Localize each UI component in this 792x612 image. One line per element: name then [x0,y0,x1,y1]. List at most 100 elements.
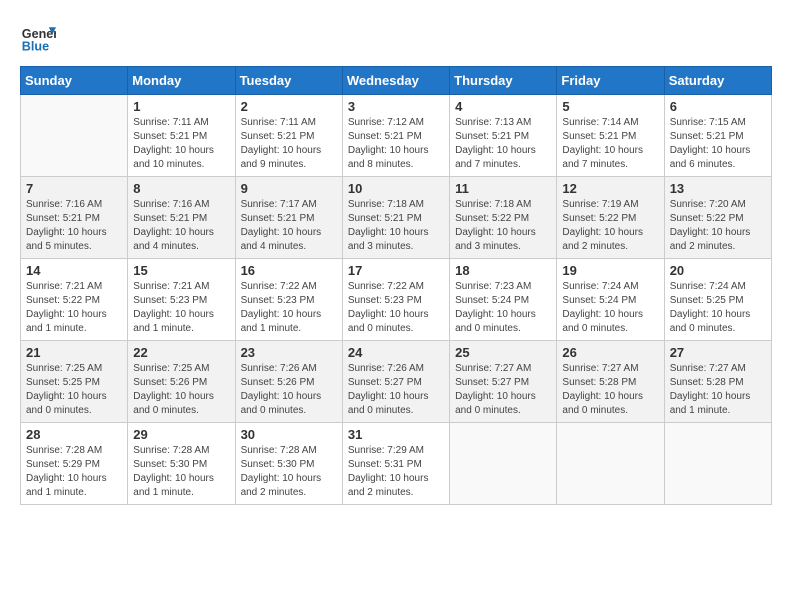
calendar-cell: 31 Sunrise: 7:29 AM Sunset: 5:31 PM Dayli… [342,423,449,505]
day-info: Sunrise: 7:21 AM Sunset: 5:23 PM Dayligh… [133,280,229,336]
calendar-cell: 23Sunrise: 7:26 AM Sunset: 5:26 PM Dayli… [235,341,342,423]
day-info: Sunrise: 7:15 AM Sunset: 5:21 PM Dayligh… [670,116,766,172]
day-info: Sunrise: 7:29 AM Sunset: 5:31 PM Dayligh… [348,444,444,500]
day-number: 9 [241,181,337,196]
day-info: Sunrise: 7:16 AM Sunset: 5:21 PM Dayligh… [26,198,122,254]
day-info: Sunrise: 7:11 AM Sunset: 5:21 PM Dayligh… [133,116,229,172]
day-number: 30 [241,427,337,442]
calendar-cell: 9 Sunrise: 7:17 AM Sunset: 5:21 PM Daylig… [235,177,342,259]
day-info: Sunrise: 7:23 AM Sunset: 5:24 PM Dayligh… [455,280,551,336]
day-info: Sunrise: 7:20 AM Sunset: 5:22 PM Dayligh… [670,198,766,254]
calendar-cell: 28Sunrise: 7:28 AM Sunset: 5:29 PM Dayli… [21,423,128,505]
calendar-cell: 6 Sunrise: 7:15 AM Sunset: 5:21 PM Daylig… [664,95,771,177]
calendar-cell: 3 Sunrise: 7:12 AM Sunset: 5:21 PM Daylig… [342,95,449,177]
day-number: 14 [26,263,122,278]
day-number: 3 [348,99,444,114]
day-info: Sunrise: 7:19 AM Sunset: 5:22 PM Dayligh… [562,198,658,254]
calendar-cell: 20 Sunrise: 7:24 AM Sunset: 5:25 PM Dayli… [664,259,771,341]
calendar-week-row: 28Sunrise: 7:28 AM Sunset: 5:29 PM Dayli… [21,423,772,505]
day-number: 1 [133,99,229,114]
day-number: 2 [241,99,337,114]
day-number: 25 [455,345,551,360]
calendar-week-row: 14 Sunrise: 7:21 AM Sunset: 5:22 PM Dayli… [21,259,772,341]
calendar-cell: 24 Sunrise: 7:26 AM Sunset: 5:27 PM Dayli… [342,341,449,423]
calendar-week-row: 21 Sunrise: 7:25 AM Sunset: 5:25 PM Dayli… [21,341,772,423]
svg-text:Blue: Blue [22,40,49,54]
calendar-cell: 17Sunrise: 7:22 AM Sunset: 5:23 PM Dayli… [342,259,449,341]
calendar-cell: 30 Sunrise: 7:28 AM Sunset: 5:30 PM Dayli… [235,423,342,505]
day-info: Sunrise: 7:16 AM Sunset: 5:21 PM Dayligh… [133,198,229,254]
day-number: 29 [133,427,229,442]
calendar-table: SundayMondayTuesdayWednesdayThursdayFrid… [20,66,772,505]
day-number: 16 [241,263,337,278]
day-info: Sunrise: 7:14 AM Sunset: 5:21 PM Dayligh… [562,116,658,172]
day-info: Sunrise: 7:24 AM Sunset: 5:25 PM Dayligh… [670,280,766,336]
day-of-week-header: Friday [557,67,664,95]
day-of-week-header: Thursday [450,67,557,95]
day-of-week-header: Tuesday [235,67,342,95]
day-info: Sunrise: 7:17 AM Sunset: 5:21 PM Dayligh… [241,198,337,254]
calendar-cell: 27 Sunrise: 7:27 AM Sunset: 5:28 PM Dayli… [664,341,771,423]
calendar-cell: 7 Sunrise: 7:16 AM Sunset: 5:21 PM Daylig… [21,177,128,259]
calendar-cell: 21 Sunrise: 7:25 AM Sunset: 5:25 PM Dayli… [21,341,128,423]
calendar-cell: 26 Sunrise: 7:27 AM Sunset: 5:28 PM Dayli… [557,341,664,423]
day-info: Sunrise: 7:28 AM Sunset: 5:30 PM Dayligh… [133,444,229,500]
calendar-cell: 22 Sunrise: 7:25 AM Sunset: 5:26 PM Dayli… [128,341,235,423]
day-number: 26 [562,345,658,360]
day-info: Sunrise: 7:21 AM Sunset: 5:22 PM Dayligh… [26,280,122,336]
day-number: 13 [670,181,766,196]
day-number: 5 [562,99,658,114]
day-number: 8 [133,181,229,196]
calendar-cell: 1 Sunrise: 7:11 AM Sunset: 5:21 PM Daylig… [128,95,235,177]
day-info: Sunrise: 7:27 AM Sunset: 5:28 PM Dayligh… [670,362,766,418]
day-info: Sunrise: 7:22 AM Sunset: 5:23 PM Dayligh… [241,280,337,336]
day-number: 15 [133,263,229,278]
calendar-header-row: SundayMondayTuesdayWednesdayThursdayFrid… [21,67,772,95]
day-number: 23 [241,345,337,360]
day-number: 6 [670,99,766,114]
day-info: Sunrise: 7:27 AM Sunset: 5:27 PM Dayligh… [455,362,551,418]
day-number: 4 [455,99,551,114]
day-info: Sunrise: 7:28 AM Sunset: 5:29 PM Dayligh… [26,444,122,500]
calendar-cell: 10Sunrise: 7:18 AM Sunset: 5:21 PM Dayli… [342,177,449,259]
calendar-cell: 12 Sunrise: 7:19 AM Sunset: 5:22 PM Dayli… [557,177,664,259]
day-number: 19 [562,263,658,278]
day-number: 21 [26,345,122,360]
calendar-cell: 29 Sunrise: 7:28 AM Sunset: 5:30 PM Dayli… [128,423,235,505]
day-of-week-header: Sunday [21,67,128,95]
day-number: 20 [670,263,766,278]
calendar-cell: 14 Sunrise: 7:21 AM Sunset: 5:22 PM Dayli… [21,259,128,341]
day-info: Sunrise: 7:12 AM Sunset: 5:21 PM Dayligh… [348,116,444,172]
day-number: 31 [348,427,444,442]
logo: General Blue [20,20,62,56]
day-info: Sunrise: 7:25 AM Sunset: 5:26 PM Dayligh… [133,362,229,418]
calendar-cell: 19 Sunrise: 7:24 AM Sunset: 5:24 PM Dayli… [557,259,664,341]
calendar-week-row: 1 Sunrise: 7:11 AM Sunset: 5:21 PM Daylig… [21,95,772,177]
calendar-cell: 25 Sunrise: 7:27 AM Sunset: 5:27 PM Dayli… [450,341,557,423]
calendar-cell: 18 Sunrise: 7:23 AM Sunset: 5:24 PM Dayli… [450,259,557,341]
calendar-week-row: 7 Sunrise: 7:16 AM Sunset: 5:21 PM Daylig… [21,177,772,259]
day-info: Sunrise: 7:18 AM Sunset: 5:21 PM Dayligh… [348,198,444,254]
day-info: Sunrise: 7:25 AM Sunset: 5:25 PM Dayligh… [26,362,122,418]
day-info: Sunrise: 7:24 AM Sunset: 5:24 PM Dayligh… [562,280,658,336]
page-header: General Blue [20,20,772,56]
day-number: 7 [26,181,122,196]
day-number: 17 [348,263,444,278]
day-number: 27 [670,345,766,360]
day-of-week-header: Monday [128,67,235,95]
day-number: 24 [348,345,444,360]
calendar-cell: 4 Sunrise: 7:13 AM Sunset: 5:21 PM Daylig… [450,95,557,177]
day-number: 18 [455,263,551,278]
day-info: Sunrise: 7:26 AM Sunset: 5:27 PM Dayligh… [348,362,444,418]
calendar-cell: 15 Sunrise: 7:21 AM Sunset: 5:23 PM Dayli… [128,259,235,341]
calendar-cell: 5 Sunrise: 7:14 AM Sunset: 5:21 PM Daylig… [557,95,664,177]
day-info: Sunrise: 7:28 AM Sunset: 5:30 PM Dayligh… [241,444,337,500]
calendar-cell [450,423,557,505]
day-info: Sunrise: 7:13 AM Sunset: 5:21 PM Dayligh… [455,116,551,172]
calendar-cell: 16 Sunrise: 7:22 AM Sunset: 5:23 PM Dayli… [235,259,342,341]
calendar-cell: 13 Sunrise: 7:20 AM Sunset: 5:22 PM Dayli… [664,177,771,259]
day-number: 22 [133,345,229,360]
day-info: Sunrise: 7:27 AM Sunset: 5:28 PM Dayligh… [562,362,658,418]
day-number: 12 [562,181,658,196]
day-info: Sunrise: 7:18 AM Sunset: 5:22 PM Dayligh… [455,198,551,254]
